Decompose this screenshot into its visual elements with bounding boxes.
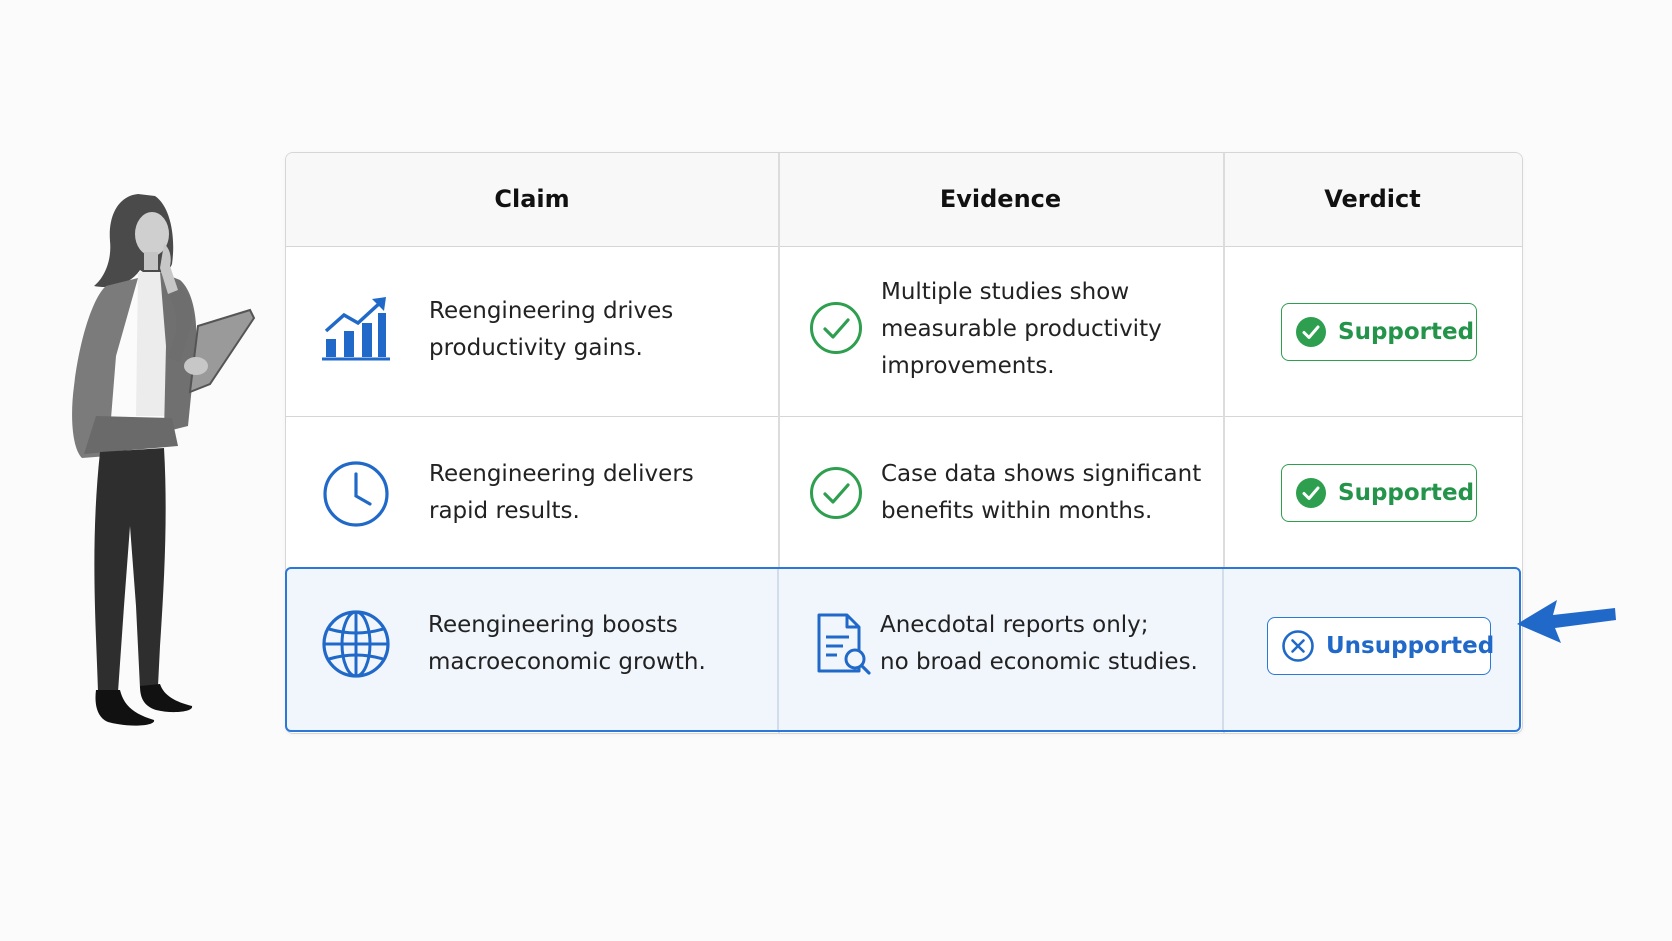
check-badge-icon — [1296, 478, 1326, 508]
header-evidence: Evidence — [939, 185, 1062, 213]
claim-text: Reengineering boosts macroeconomic growth… — [428, 612, 706, 675]
table-row: Reengineering drives productivity gains. … — [286, 247, 1522, 417]
evidence-text: Multiple studies show measurable producti… — [881, 279, 1162, 379]
bar-chart-trend-icon — [322, 297, 390, 361]
check-circle-icon — [810, 467, 862, 519]
column-divider — [1222, 569, 1224, 730]
claim-text: Reengineering delivers rapid results. — [429, 461, 694, 524]
evidence-text: Anecdotal reports only; no broad economic… — [880, 612, 1198, 675]
document-search-icon — [817, 613, 871, 675]
clock-icon — [323, 461, 389, 527]
header-claim: Claim — [494, 185, 570, 213]
globe-icon — [322, 610, 390, 678]
table-header: Claim Evidence Verdict — [286, 153, 1522, 247]
table-row-highlighted: Reengineering boosts macroeconomic growth… — [285, 567, 1521, 732]
verdict-badge-supported: Supported — [1281, 464, 1477, 522]
person-with-tablet-illustration — [72, 194, 256, 726]
check-badge-icon — [1296, 317, 1326, 347]
check-circle-icon — [810, 302, 862, 354]
table-row: Reengineering delivers rapid results. Cas… — [286, 418, 1522, 568]
claim-text: Reengineering drives productivity gains. — [429, 298, 674, 361]
column-divider — [777, 569, 779, 730]
evidence-text: Case data shows significant benefits with… — [881, 461, 1202, 524]
pointer-arrow-icon — [1517, 600, 1616, 643]
x-circle-icon — [1282, 630, 1314, 662]
verdict-badge-unsupported: Unsupported — [1267, 617, 1494, 675]
header-verdict: Verdict — [1324, 185, 1421, 213]
verdict-badge-supported: Supported — [1281, 303, 1477, 361]
